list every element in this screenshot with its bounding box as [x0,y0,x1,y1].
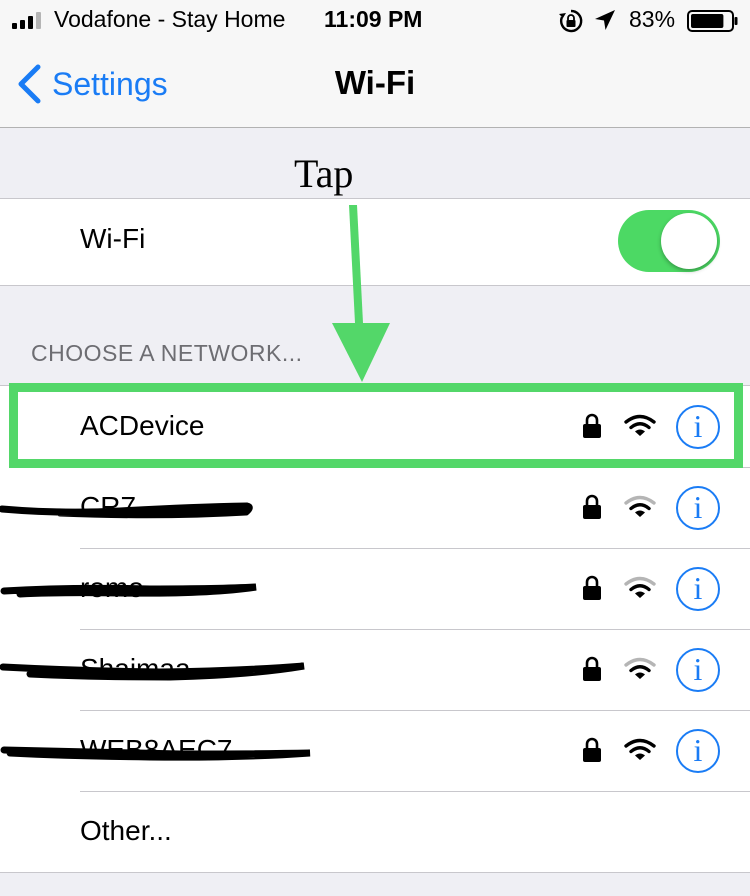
signal-icon [12,12,41,29]
section-header: CHOOSE A NETWORK... [31,340,303,366]
location-arrow-icon [595,10,615,30]
battery-percentage: 83% [629,6,676,32]
wifi-toggle-label: Wi-Fi [80,223,146,254]
battery-icon [687,10,738,32]
lock-icon [583,737,601,762]
network-name: Shaimaa [80,653,191,684]
network-info-button[interactable]: i [676,648,720,692]
wifi-signal-partial-icon [624,576,656,598]
toggle-knob [661,213,717,269]
network-list: ACDevice i CR7 i romo i Shaimaa i WEB8AE… [0,385,750,873]
carrier-name: Vodafone - Stay Home [54,6,286,32]
network-name: CR7 [80,491,137,522]
rotation-lock-icon [559,9,583,33]
network-row-other[interactable]: Other... [0,791,750,872]
lock-icon [583,413,601,438]
network-info-button[interactable]: i [676,567,720,611]
network-row-shaimaa[interactable]: Shaimaa i [0,629,750,710]
status-time: 11:09 PM [324,6,423,32]
tap-annotation-label: Tap [294,151,354,196]
network-info-button[interactable]: i [676,486,720,530]
network-row-romo[interactable]: romo i [0,548,750,629]
redaction-scribble [0,502,253,519]
network-name: ACDevice [80,410,205,441]
network-info-button[interactable]: i [676,405,720,449]
wifi-signal-full-icon [624,414,656,436]
page-title: Wi-Fi [334,64,416,101]
lock-icon [583,656,601,681]
wifi-signal-partial-icon [624,495,656,517]
lock-icon [583,575,601,600]
wifi-signal-full-icon [624,738,656,760]
network-row-cr7[interactable]: CR7 i [0,467,750,548]
wifi-toggle-switch[interactable] [618,210,720,272]
status-bar: Vodafone - Stay Home 11:09 PM 83% [0,0,750,40]
network-name: WEB8AEC7 [80,734,233,765]
network-name: romo [80,572,144,603]
navigation-bar: Settings Wi-Fi [0,40,750,128]
lock-icon [583,494,601,519]
network-row-web8aec7[interactable]: WEB8AEC7 i [0,710,750,791]
wifi-signal-partial-icon [624,657,656,679]
redaction-scribble [0,583,257,598]
network-row-acdevice[interactable]: ACDevice i [0,386,750,467]
other-network-label: Other... [80,815,172,846]
network-info-button[interactable]: i [676,729,720,773]
